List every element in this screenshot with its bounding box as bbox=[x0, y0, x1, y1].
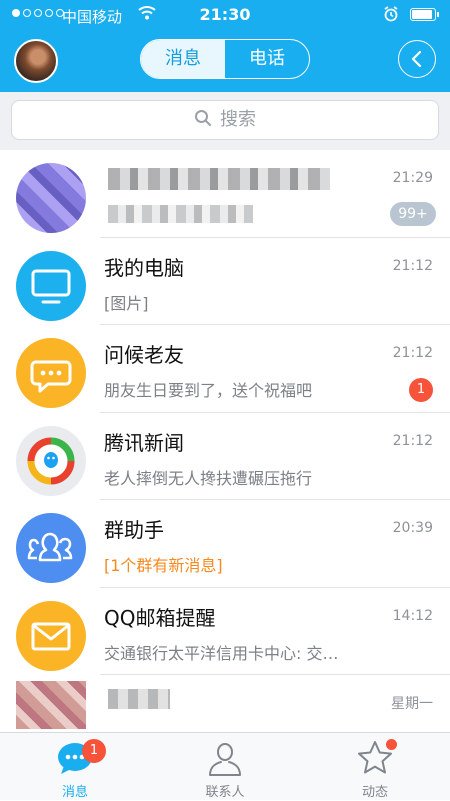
computer-monitor-icon bbox=[16, 250, 86, 321]
conversation-preview: [1个群有新消息] bbox=[104, 556, 223, 575]
conversation-name: QQ邮箱提醒 bbox=[104, 605, 216, 630]
blurred-avatar bbox=[16, 681, 86, 729]
conversation-name: 群助手 bbox=[104, 518, 164, 542]
conversation-row[interactable]: 21:29 99+ bbox=[0, 150, 450, 238]
blurred-name bbox=[108, 168, 330, 190]
conversation-preview: 交通银行太平洋信用卡中心: 交… bbox=[104, 643, 339, 663]
conversation-row[interactable]: 腾讯新闻 老人摔倒无人搀扶遭碾压拖行 21:12 bbox=[0, 413, 450, 500]
conversation-preview: 老人摔倒无人搀扶遭碾压拖行 bbox=[104, 468, 313, 488]
back-button[interactable] bbox=[398, 40, 436, 78]
person-icon bbox=[209, 743, 241, 776]
tencent-news-icon bbox=[16, 425, 86, 496]
tab-activity[interactable]: 动态 bbox=[300, 733, 450, 801]
conversation-row[interactable]: 星期一 bbox=[0, 675, 450, 732]
tab-messages[interactable]: 消息 bbox=[141, 40, 225, 78]
bottom-tab-bar: 1 消息 联系人 动态 bbox=[0, 732, 450, 800]
conversation-preview: 朋友生日要到了，送个祝福吧 bbox=[104, 381, 313, 400]
search-placeholder: 搜索 bbox=[220, 109, 256, 130]
conversation-time: 21:29 bbox=[392, 170, 433, 186]
unread-badge: 1 bbox=[409, 378, 433, 402]
search-area: 搜索 bbox=[0, 92, 450, 150]
group-people-icon bbox=[16, 513, 86, 583]
conversation-name: 腾讯新闻 bbox=[104, 430, 184, 455]
conversation-time: 21:12 bbox=[392, 257, 433, 274]
back-arrow-icon bbox=[411, 50, 422, 68]
conversation-preview: [图片] bbox=[104, 293, 149, 313]
tab-activity-dot bbox=[386, 739, 397, 750]
tab-label: 消息 bbox=[61, 785, 88, 800]
conversation-name: 问候老友 bbox=[104, 343, 184, 367]
tab-messages-bottom[interactable]: 1 消息 bbox=[0, 733, 150, 801]
blurred-preview bbox=[108, 205, 253, 223]
tab-label: 动态 bbox=[361, 785, 388, 800]
battery-icon bbox=[410, 8, 439, 21]
conversation-name: 我的电脑 bbox=[104, 255, 184, 280]
message-call-switch: 消息 电话 bbox=[140, 39, 310, 79]
chat-bubble-icon bbox=[16, 338, 86, 408]
tab-messages-badge: 1 bbox=[82, 739, 106, 763]
tab-contacts[interactable]: 联系人 bbox=[150, 733, 300, 801]
search-input[interactable]: 搜索 bbox=[11, 100, 439, 140]
tab-label: 联系人 bbox=[205, 785, 245, 800]
conversation-row[interactable]: 问候老友 朋友生日要到了，送个祝福吧 21:12 1 bbox=[0, 325, 450, 413]
tab-calls[interactable]: 电话 bbox=[225, 40, 309, 78]
conversation-time: 14:12 bbox=[392, 607, 433, 624]
conversation-time: 20:39 bbox=[392, 520, 433, 536]
conversation-time: 21:12 bbox=[392, 345, 433, 361]
blurred-avatar bbox=[16, 163, 86, 233]
conversation-time: 21:12 bbox=[392, 432, 433, 449]
conversation-row[interactable]: 我的电脑 [图片] 21:12 bbox=[0, 238, 450, 325]
user-avatar[interactable] bbox=[14, 39, 58, 83]
top-bar: 中国移动 21:30 消息 电话 bbox=[0, 0, 450, 92]
blurred-name bbox=[108, 689, 170, 709]
conversation-row[interactable]: 群助手 [1个群有新消息] 20:39 bbox=[0, 500, 450, 588]
mail-envelope-icon bbox=[16, 600, 86, 671]
status-bar: 中国移动 21:30 bbox=[0, 0, 450, 32]
conversation-time: 星期一 bbox=[391, 696, 433, 712]
conversation-list: 21:29 99+ 我的电脑 [图片] 21:12 问候老友 朋友生日要到了，送… bbox=[0, 150, 450, 732]
conversation-row[interactable]: QQ邮箱提醒 交通银行太平洋信用卡中心: 交… 14:12 bbox=[0, 588, 450, 675]
alarm-icon bbox=[383, 6, 399, 26]
search-icon bbox=[195, 110, 211, 126]
unread-badge: 99+ bbox=[390, 202, 436, 226]
